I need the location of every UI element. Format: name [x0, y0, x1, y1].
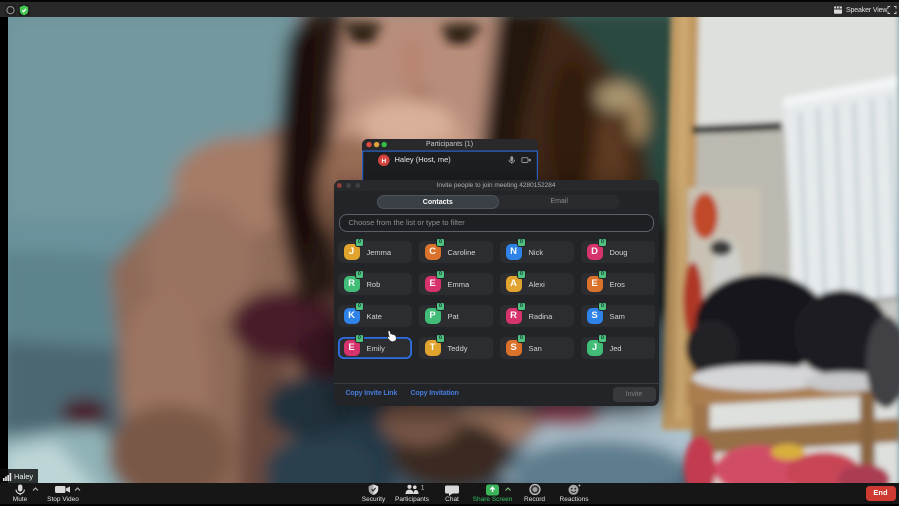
svg-text:1: 1 [421, 486, 425, 492]
svg-text:H: H [381, 158, 386, 165]
svg-text:+: + [578, 484, 582, 490]
